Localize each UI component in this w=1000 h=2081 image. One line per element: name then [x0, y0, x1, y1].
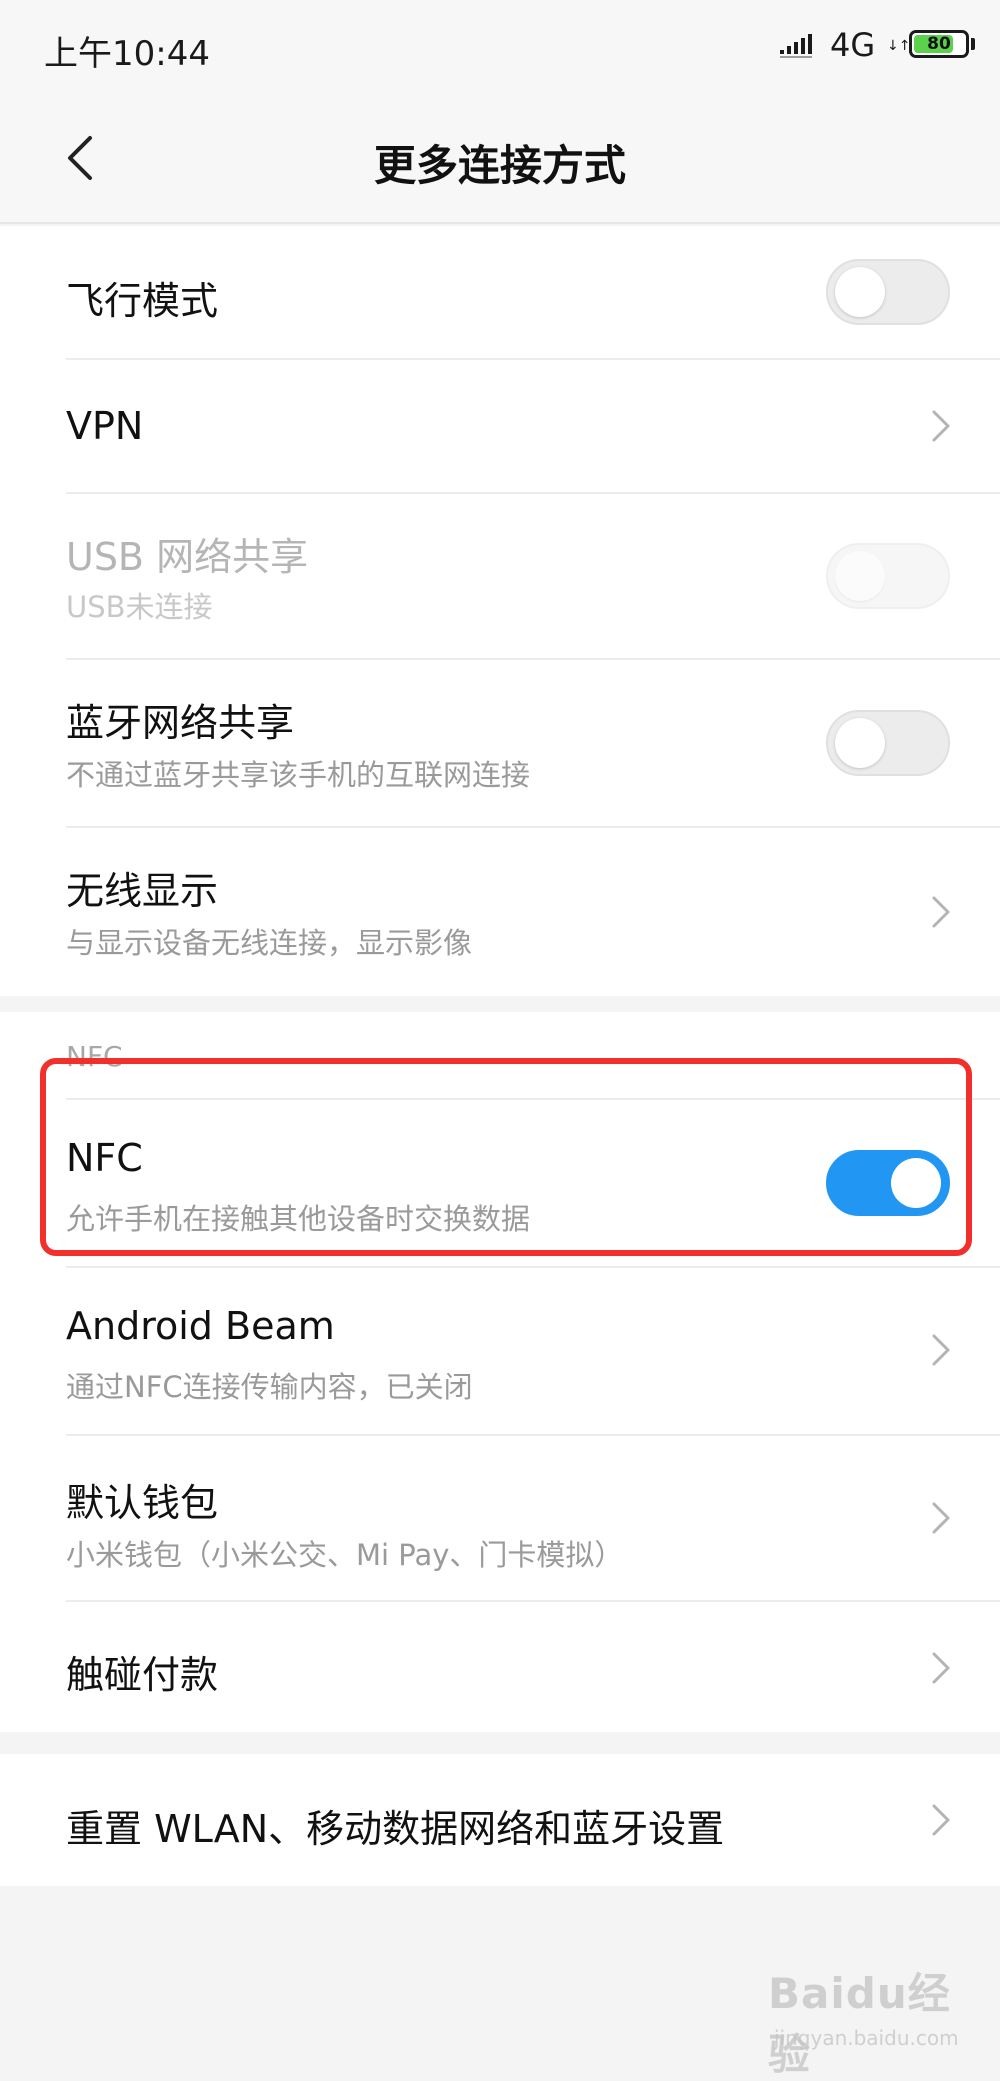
- default-wallet-row[interactable]: 默认钱包 小米钱包（小米公交、Mi Pay、门卡模拟）: [0, 1436, 1000, 1600]
- usb-tethering-toggle[interactable]: [826, 543, 950, 609]
- usb-tethering-subtitle: USB未连接: [66, 590, 213, 624]
- reset-network-label: 重置 WLAN、移动数据网络和蓝牙设置: [66, 1807, 725, 1851]
- signal-strength-icon: [780, 34, 812, 58]
- nfc-highlight-annotation: [40, 1058, 972, 1256]
- page-title: 更多连接方式: [373, 141, 626, 190]
- battery-tip: [971, 38, 975, 50]
- toggle-knob: [835, 551, 885, 601]
- chevron-right-icon: [932, 1652, 950, 1684]
- watermark-logo: Baidu经验: [768, 1969, 951, 2079]
- bluetooth-tethering-toggle[interactable]: [826, 710, 950, 776]
- android-beam-row[interactable]: Android Beam 通过NFC连接传输内容，已关闭: [0, 1268, 1000, 1434]
- default-wallet-label: 默认钱包: [66, 1481, 219, 1525]
- tap-to-pay-label: 触碰付款: [66, 1653, 219, 1697]
- airplane-mode-label: 飞行模式: [66, 279, 219, 323]
- wireless-display-subtitle: 与显示设备无线连接，显示影像: [66, 926, 473, 960]
- toggle-knob: [835, 718, 885, 768]
- toggle-knob: [835, 267, 885, 317]
- watermark-url: jingyan.baidu.com: [774, 2026, 959, 2050]
- chevron-right-icon: [932, 410, 950, 442]
- vpn-label: VPN: [66, 404, 144, 448]
- status-time: 上午10:44: [44, 34, 210, 74]
- chevron-right-icon: [932, 896, 950, 928]
- tap-to-pay-row[interactable]: 触碰付款: [0, 1602, 1000, 1732]
- chevron-right-icon: [932, 1334, 950, 1366]
- usb-tethering-label: USB 网络共享: [66, 535, 309, 579]
- nav-bar: 更多连接方式: [0, 92, 1000, 224]
- vpn-row[interactable]: VPN: [0, 360, 1000, 492]
- status-bar: 上午10:44 4G ↓↑ 80: [0, 0, 1000, 92]
- settings-group-reset: 重置 WLAN、移动数据网络和蓝牙设置: [0, 1754, 1000, 1886]
- airplane-mode-toggle[interactable]: [826, 259, 950, 325]
- default-wallet-subtitle: 小米钱包（小米公交、Mi Pay、门卡模拟）: [66, 1538, 624, 1572]
- reset-network-row[interactable]: 重置 WLAN、移动数据网络和蓝牙设置: [0, 1754, 1000, 1886]
- usb-tethering-row[interactable]: USB 网络共享 USB未连接: [0, 494, 1000, 658]
- chevron-right-icon: [932, 1502, 950, 1534]
- baidu-jingyan-watermark: Baidu经验 jingyan.baidu.com: [760, 1960, 980, 2079]
- status-indicators: 4G ↓↑ 80: [760, 26, 1000, 66]
- battery-level: 80: [927, 34, 951, 54]
- wireless-display-row[interactable]: 无线显示 与显示设备无线连接，显示影像: [0, 828, 1000, 996]
- chevron-right-icon: [932, 1804, 950, 1836]
- bluetooth-tethering-label: 蓝牙网络共享: [66, 701, 295, 745]
- bluetooth-tethering-row[interactable]: 蓝牙网络共享 不通过蓝牙共享该手机的互联网连接: [0, 660, 1000, 826]
- battery-icon: 80: [909, 30, 969, 58]
- data-activity-icon: ↓↑: [887, 38, 911, 54]
- settings-group-connections: 飞行模式 VPN USB 网络共享 USB未连接 蓝牙网络共享 不通过蓝牙共享该…: [0, 226, 1000, 996]
- bluetooth-tethering-subtitle: 不通过蓝牙共享该手机的互联网连接: [66, 758, 531, 792]
- network-type-label: 4G: [830, 26, 876, 64]
- android-beam-label: Android Beam: [66, 1304, 335, 1348]
- airplane-mode-row[interactable]: 飞行模式: [0, 226, 1000, 358]
- wireless-display-label: 无线显示: [66, 869, 219, 913]
- android-beam-subtitle: 通过NFC连接传输内容，已关闭: [66, 1370, 473, 1404]
